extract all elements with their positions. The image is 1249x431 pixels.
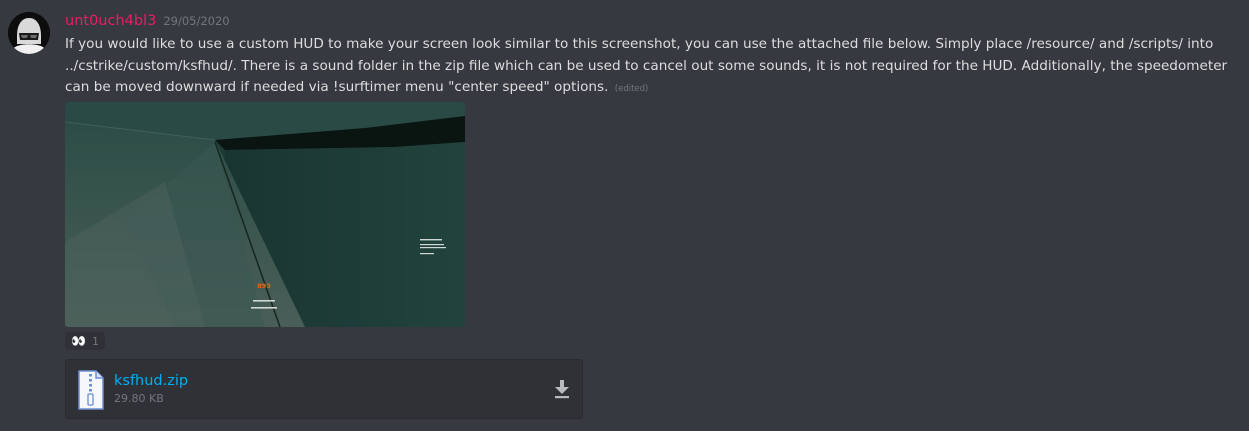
reaction-eyes[interactable]: 👀 1 <box>65 332 105 350</box>
message-timestamp: 29/05/2020 <box>163 14 230 28</box>
message-content: If you would like to use a custom HUD to… <box>65 34 1240 101</box>
message-header: unt0uch4bl3 29/05/2020 <box>65 13 230 33</box>
download-icon[interactable] <box>552 378 572 400</box>
speedometer-value: 893 <box>257 282 271 290</box>
file-name-link[interactable]: ksfhud.zip <box>114 373 188 389</box>
avatar[interactable] <box>8 12 50 54</box>
eyes-emoji-icon: 👀 <box>71 334 86 348</box>
screenshot-embed[interactable]: 893 <box>65 102 465 327</box>
file-size: 29.80 KB <box>114 392 164 405</box>
file-attachment: ksfhud.zip 29.80 KB <box>65 359 583 419</box>
reaction-count: 1 <box>91 334 99 348</box>
author-name[interactable]: unt0uch4bl3 <box>65 13 156 29</box>
chat-message: unt0uch4bl3 29/05/2020 If you would like… <box>0 0 1249 431</box>
archive-file-icon <box>77 370 105 414</box>
edited-label: (edited) <box>614 84 649 95</box>
